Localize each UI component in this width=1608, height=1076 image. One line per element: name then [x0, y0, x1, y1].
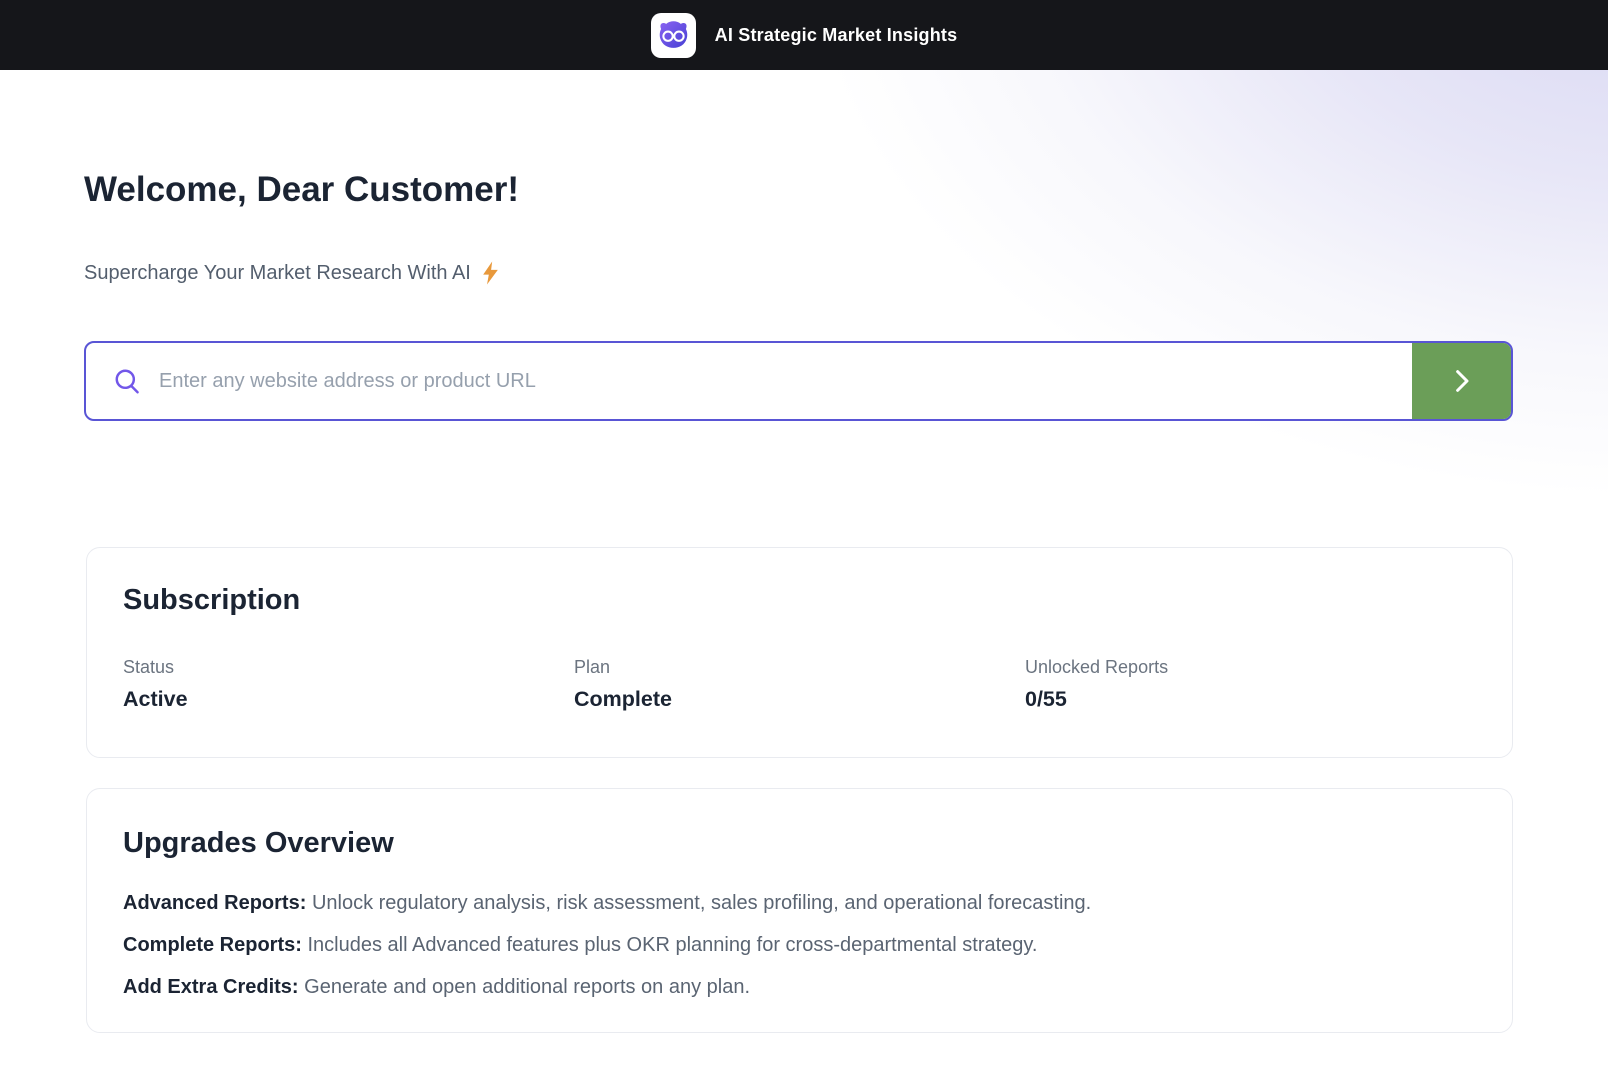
- stat-value: Complete: [574, 687, 1025, 712]
- brand: AI Strategic Market Insights: [651, 13, 958, 58]
- upgrade-item-description: Generate and open additional reports on …: [304, 976, 750, 998]
- upgrade-item-description: Includes all Advanced features plus OKR …: [307, 934, 1037, 956]
- upgrades-title: Upgrades Overview: [123, 827, 1476, 860]
- app-title: AI Strategic Market Insights: [715, 25, 958, 46]
- upgrade-item-advanced-reports: Advanced Reports: Unlock regulatory anal…: [123, 890, 1476, 917]
- stat-status: Status Active: [123, 657, 574, 712]
- url-input[interactable]: [143, 343, 1412, 419]
- upgrade-item-label: Add Extra Credits:: [123, 976, 299, 998]
- upgrade-item-label: Advanced Reports:: [123, 892, 306, 914]
- owl-logo-icon: [651, 13, 696, 58]
- welcome-subtitle: Supercharge Your Market Research With AI: [84, 261, 499, 285]
- owl-icon: [656, 18, 691, 53]
- subscription-card: Subscription Status Active Plan Complete…: [86, 547, 1513, 758]
- submit-url-button[interactable]: [1412, 343, 1511, 419]
- page: AI Strategic Market Insights Welcome, De…: [0, 0, 1608, 1076]
- upgrade-item-label: Complete Reports:: [123, 934, 302, 956]
- subscription-title: Subscription: [123, 584, 1476, 617]
- url-search-bar: [84, 341, 1513, 421]
- welcome-subtitle-text: Supercharge Your Market Research With AI: [84, 262, 471, 285]
- upgrade-item-complete-reports: Complete Reports: Includes all Advanced …: [123, 932, 1476, 959]
- stat-label: Status: [123, 657, 574, 678]
- stat-unlocked-reports: Unlocked Reports 0/55: [1025, 657, 1476, 712]
- stat-label: Plan: [574, 657, 1025, 678]
- upgrade-item-add-extra-credits: Add Extra Credits: Generate and open add…: [123, 974, 1476, 1001]
- chevron-right-icon: [1447, 366, 1477, 396]
- lightning-bolt-icon: [482, 261, 499, 285]
- welcome-heading: Welcome, Dear Customer!: [84, 170, 519, 210]
- subscription-stats: Status Active Plan Complete Unlocked Rep…: [123, 657, 1476, 712]
- upgrades-overview-card: Upgrades Overview Advanced Reports: Unlo…: [86, 788, 1513, 1033]
- stat-value: Active: [123, 687, 574, 712]
- stat-label: Unlocked Reports: [1025, 657, 1476, 678]
- app-header: AI Strategic Market Insights: [0, 0, 1608, 70]
- search-icon: [112, 366, 143, 397]
- stat-value: 0/55: [1025, 687, 1476, 712]
- upgrade-item-description: Unlock regulatory analysis, risk assessm…: [312, 892, 1091, 914]
- stat-plan: Plan Complete: [574, 657, 1025, 712]
